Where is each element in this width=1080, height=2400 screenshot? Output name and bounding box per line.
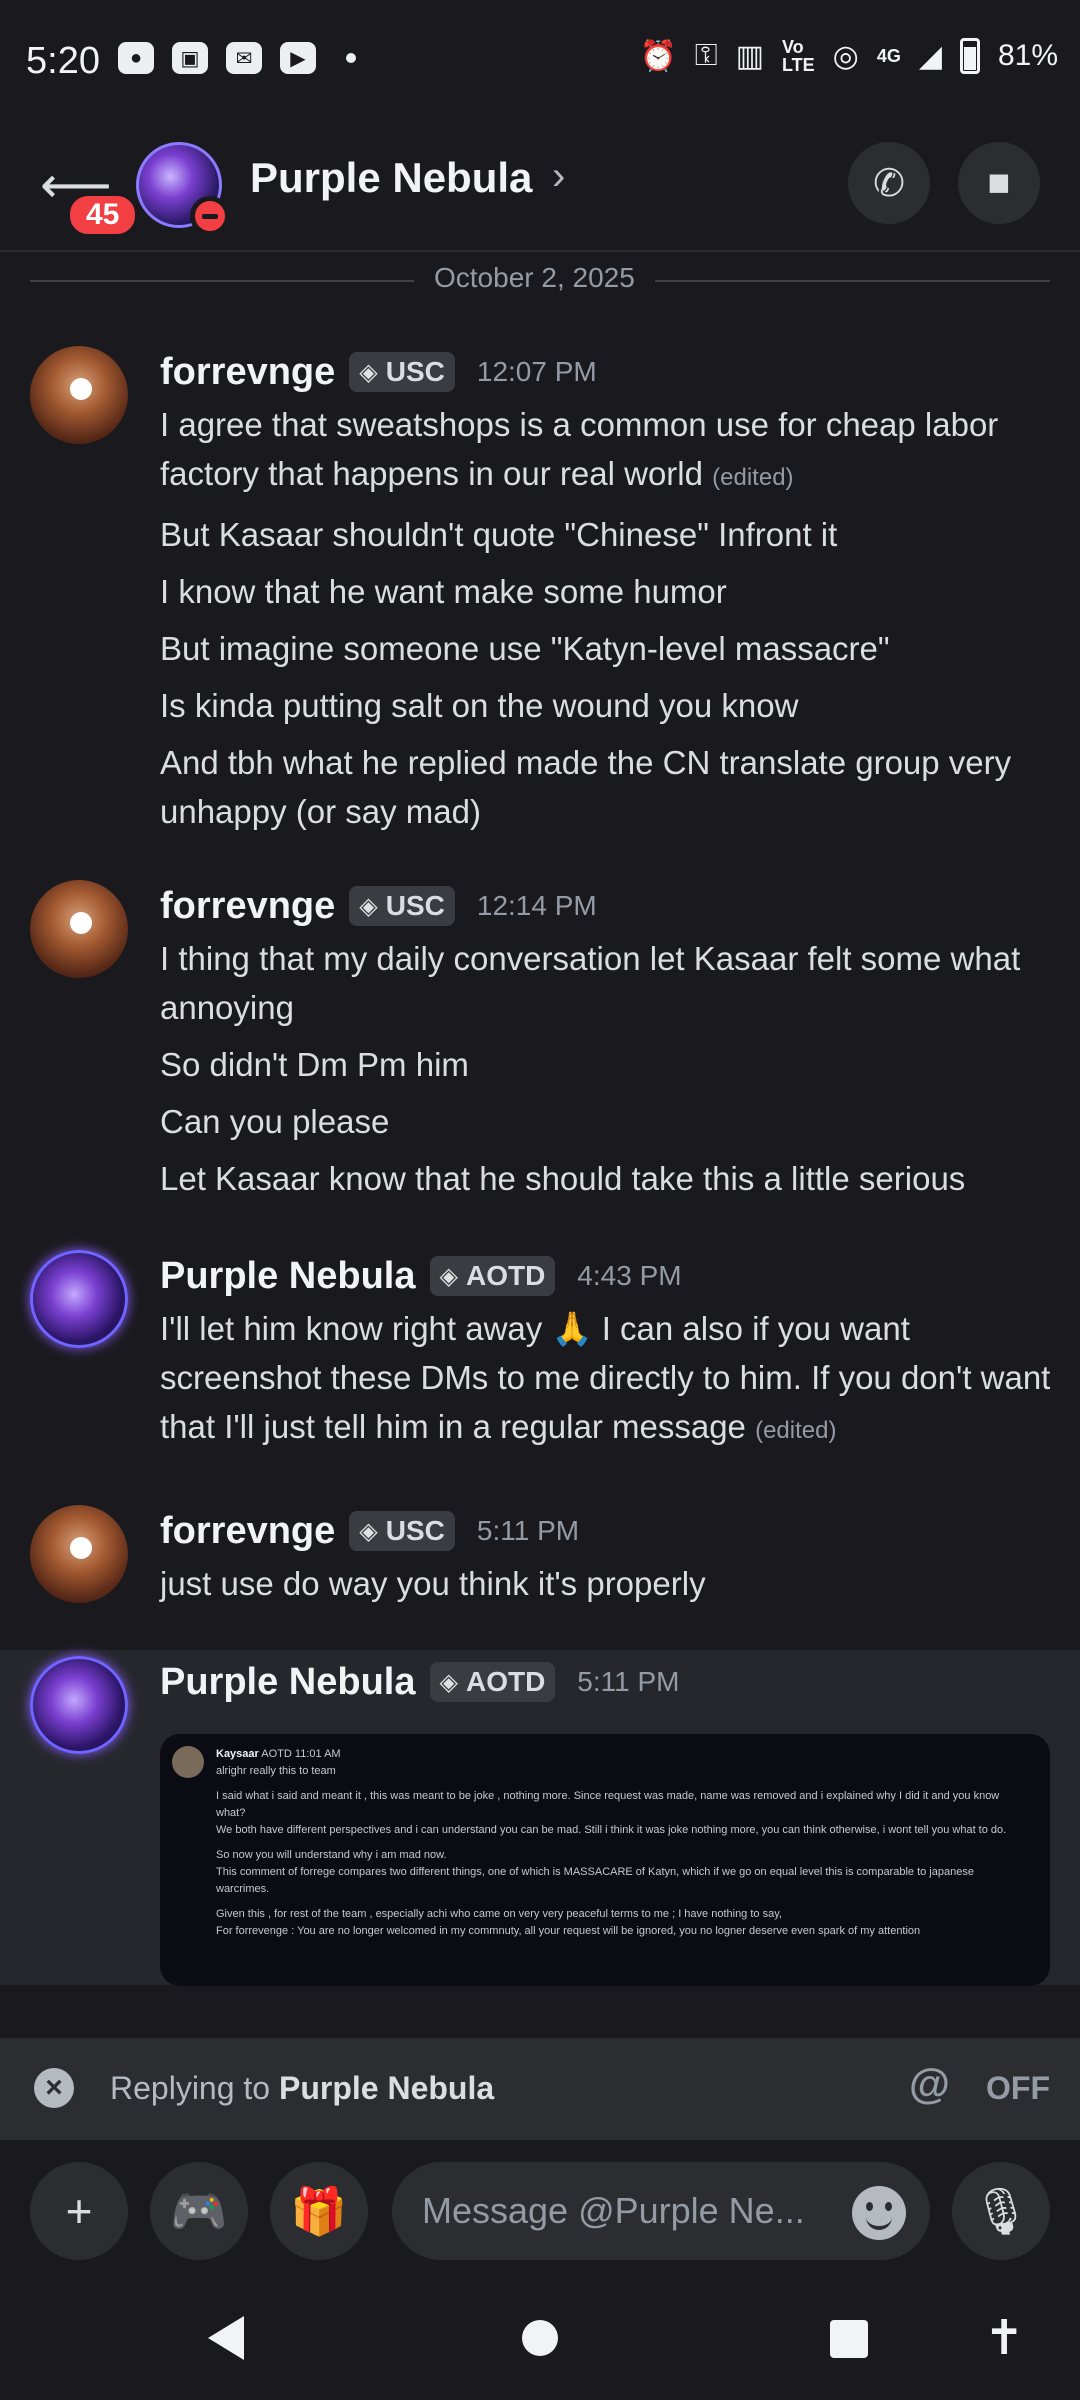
- status-time: 5:20: [26, 40, 100, 82]
- network-type: 4G: [876, 46, 901, 66]
- notification-icons: ● ▣ ✉ ▶: [118, 42, 356, 74]
- server-tag[interactable]: ◈ AOTD: [429, 1256, 556, 1296]
- battery-icon: [959, 38, 980, 74]
- chevron-right-icon[interactable]: ›: [552, 154, 565, 199]
- server-tag[interactable]: ◈ USC: [349, 352, 455, 392]
- phone-icon: ✆: [873, 162, 905, 205]
- system-icons: ⏰ ⚿ ▥ Vo LTE ◎ 4G ◢ 81%: [639, 38, 1058, 74]
- timestamp: 5:11 PM: [577, 1666, 680, 1697]
- avatar[interactable]: [30, 1656, 128, 1754]
- status-bar: 5:20 ● ▣ ✉ ▶ ⏰ ⚿ ▥ Vo LTE ◎ 4G ◢ 81%: [0, 0, 1080, 130]
- avatar[interactable]: [30, 1250, 128, 1348]
- timestamp: 12:14 PM: [476, 890, 597, 921]
- tag-icon: ◈: [359, 1517, 378, 1545]
- tv-icon: ▣: [172, 42, 208, 74]
- add-attachment-button[interactable]: +: [30, 2162, 128, 2260]
- hotspot-icon: ◎: [832, 39, 859, 73]
- author-name[interactable]: forrevnge: [160, 1510, 335, 1553]
- message-placeholder: Message @Purple Ne...: [422, 2190, 805, 2231]
- chat-header: ⟵ 45 Purple Nebula › ✆ ■: [0, 130, 1080, 252]
- timestamp: 12:07 PM: [476, 356, 597, 387]
- plus-icon: +: [65, 2185, 93, 2237]
- tag-icon: ◈: [439, 1668, 458, 1696]
- message-line: I thing that my daily conversation let K…: [160, 940, 1021, 1026]
- avatar[interactable]: [30, 880, 128, 978]
- attachment-content: Kaysaar AOTD 11:01 AM alrighr really thi…: [216, 1748, 1007, 1937]
- message-line: I agree that sweatshops is a common use …: [160, 406, 999, 492]
- message-line: Let Kasaar know that he should take this…: [160, 1160, 966, 1197]
- avatar[interactable]: [30, 1505, 128, 1603]
- edited-label: (edited): [712, 464, 794, 491]
- nav-recents-icon[interactable]: [830, 2320, 868, 2358]
- message-input[interactable]: Message @Purple Ne...: [392, 2162, 930, 2260]
- timestamp: 5:11 PM: [476, 1515, 580, 1546]
- dnd-status-icon: [190, 196, 230, 236]
- image-attachment[interactable]: Kaysaar AOTD 11:01 AM alrighr really thi…: [160, 1734, 1050, 1986]
- server-tag[interactable]: ◈ AOTD: [429, 1662, 556, 1702]
- author-name[interactable]: forrevnge: [160, 351, 335, 394]
- microphone-icon: 🎙: [971, 2184, 1031, 2237]
- youtube-icon: ▶: [280, 42, 316, 74]
- attachment-avatar: [172, 1746, 204, 1778]
- gift-button[interactable]: 🎁: [270, 2162, 368, 2260]
- timestamp: 4:43 PM: [577, 1260, 682, 1291]
- system-navigation-bar: ✝: [0, 2280, 1080, 2400]
- video-call-button[interactable]: ■: [958, 142, 1040, 224]
- message-line: Can you please: [160, 1103, 390, 1140]
- replying-to-label: Replying to Purple Nebula: [110, 2070, 495, 2106]
- alarm-icon: ⏰: [639, 39, 677, 73]
- more-notifications-icon: [346, 53, 356, 63]
- reply-bar: × Replying to Purple Nebula @ OFF: [0, 2038, 1080, 2140]
- gift-icon: 🎁: [290, 2184, 348, 2237]
- nav-back-icon[interactable]: [208, 2316, 244, 2360]
- author-name[interactable]: forrevnge: [160, 885, 335, 928]
- chat-bubble-icon: ●: [118, 42, 154, 74]
- channel-title[interactable]: Purple Nebula: [250, 154, 532, 202]
- mention-toggle-state[interactable]: OFF: [986, 2070, 1050, 2107]
- tag-icon: ◈: [439, 1262, 458, 1290]
- edited-label: (edited): [755, 1417, 837, 1444]
- avatar[interactable]: [30, 346, 128, 444]
- signal-icon: ◢: [918, 39, 942, 73]
- message-line: I know that he want make some humor: [160, 573, 727, 610]
- vpn-key-icon: ⚿: [694, 39, 718, 72]
- date-divider: October 2, 2025: [414, 262, 655, 294]
- server-tag[interactable]: ◈ USC: [349, 1511, 455, 1551]
- message-line: So didn't Dm Pm him: [160, 1046, 469, 1083]
- battery-level: 81%: [997, 39, 1058, 72]
- message-line: just use do way you think it's properly: [160, 1565, 706, 1602]
- message-line: I'll let him know right away 🙏 I can als…: [160, 1310, 1051, 1445]
- message-line: But imagine someone use "Katyn-level mas…: [160, 630, 890, 667]
- author-name[interactable]: Purple Nebula: [160, 1255, 416, 1298]
- message-line: But Kasaar shouldn't quote "Chinese" Inf…: [160, 516, 838, 553]
- tag-icon: ◈: [359, 358, 378, 386]
- message-line: And tbh what he replied made the CN tran…: [160, 744, 1012, 830]
- emoji-icon[interactable]: [852, 2186, 906, 2240]
- accessibility-icon[interactable]: ✝: [984, 2310, 1024, 2366]
- unread-badge: 45: [66, 192, 140, 238]
- video-camera-icon: ■: [987, 161, 1011, 204]
- close-reply-button[interactable]: ×: [34, 2068, 74, 2108]
- tag-icon: ◈: [359, 892, 378, 920]
- activities-button[interactable]: 🎮: [150, 2162, 248, 2260]
- highlighted-message[interactable]: Purple Nebula ◈ AOTD 5:11 PM Kaysaar AOTD…: [0, 1650, 1080, 1986]
- nav-home-icon[interactable]: [522, 2320, 558, 2356]
- message-composer: + 🎮 🎁 Message @Purple Ne... 🎙: [0, 2140, 1080, 2280]
- mention-toggle-icon[interactable]: @: [909, 2060, 950, 2108]
- voice-call-button[interactable]: ✆: [848, 142, 930, 224]
- author-name[interactable]: Purple Nebula: [160, 1661, 416, 1704]
- voice-message-button[interactable]: 🎙: [952, 2162, 1050, 2260]
- vibrate-icon: ▥: [735, 39, 764, 73]
- gamepad-icon: 🎮: [170, 2184, 228, 2237]
- wechat-icon: ✉: [226, 42, 262, 74]
- volte-icon: Vo LTE: [782, 37, 815, 75]
- server-tag[interactable]: ◈ USC: [349, 886, 455, 926]
- message-line: Is kinda putting salt on the wound you k…: [160, 687, 799, 724]
